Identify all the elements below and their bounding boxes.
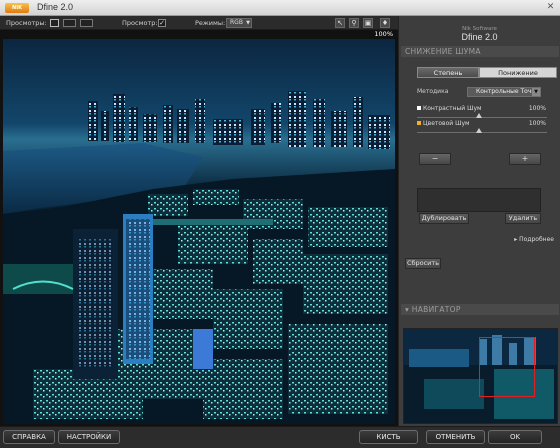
preview-checkbox[interactable]: ✓ (158, 19, 166, 27)
control-panel: Nik Software Dfine 2.0 СНИЖЕНИЕ ШУМА Сте… (398, 16, 560, 426)
section-noise-reduction-header[interactable]: СНИЖЕНИЕ ШУМА (401, 46, 559, 57)
tab-strength[interactable]: Степень (417, 67, 479, 78)
section-navigator-header[interactable]: ▾ НАВИГАТОР (401, 304, 559, 315)
control-point-list[interactable] (417, 188, 541, 212)
zoom-level: 100% (372, 30, 395, 39)
single-view-icon[interactable] (50, 19, 59, 27)
window-title: Dfine 2.0 (37, 2, 74, 12)
title-bar: NIK Dfine 2.0 ✕ (0, 0, 560, 16)
reset-button[interactable]: Сбросить (405, 258, 441, 269)
delete-button[interactable]: Удалить (505, 213, 541, 224)
save-icon[interactable]: ▣ (363, 18, 373, 28)
method-select[interactable]: Контрольные Точки ▼ (467, 87, 541, 97)
pin-icon[interactable]: ♦ (380, 18, 390, 28)
contrast-noise-marker (417, 106, 421, 110)
chevron-down-icon: ▾ (405, 305, 412, 314)
color-noise-value: 100% (528, 120, 546, 127)
mode-select[interactable]: RGB ▼ (226, 18, 252, 28)
color-noise-text: Цветовой Шум (423, 120, 470, 127)
brand: Nik Software Dfine 2.0 (399, 26, 560, 42)
more-toggle[interactable]: ▸ Подробнее (514, 236, 554, 243)
modes-label: Режимы: (195, 19, 226, 27)
image-preview[interactable]: 100% (0, 30, 398, 426)
navigator-title: НАВИГАТОР (411, 305, 461, 314)
minus-icon: − (431, 154, 439, 163)
tab-reduction[interactable]: Понижение (479, 67, 557, 78)
toolbar: Просмотры: Просмотр: ✓ Режимы: RGB ▼ ↖ ⚲… (0, 16, 398, 30)
color-noise-slider-thumb[interactable] (476, 128, 482, 133)
chevron-down-icon: ▼ (532, 88, 540, 96)
zoom-tool-icon[interactable]: ⚲ (349, 18, 359, 28)
duplicate-button[interactable]: Дублировать (419, 213, 469, 224)
hand-tool-icon[interactable]: ↖ (335, 18, 345, 28)
mode-select-value: RGB (230, 19, 243, 26)
color-noise-label: Цветовой Шум (417, 120, 470, 127)
remove-control-point-button[interactable]: − (419, 153, 451, 165)
preview-label: Просмотр: (122, 19, 158, 27)
preview-photo (3, 39, 395, 424)
help-button[interactable]: СПРАВКА (3, 430, 55, 444)
preview-modes-label: Просмотры: (6, 19, 47, 27)
more-label: Подробнее (519, 236, 554, 243)
ok-button[interactable]: OK (488, 430, 542, 444)
noise-tabs: Степень Понижение (417, 67, 557, 78)
contrast-noise-slider-thumb[interactable] (476, 113, 482, 118)
color-noise-marker (417, 121, 421, 125)
brush-button[interactable]: КИСТЬ (359, 430, 418, 444)
contrast-noise-text: Контрастный Шум (423, 105, 482, 112)
add-control-point-button[interactable]: + (509, 153, 541, 165)
bottom-bar: СПРАВКА НАСТРОЙКИ КИСТЬ ОТМЕНИТЬ OK (0, 426, 560, 448)
navigator-preview[interactable] (403, 328, 558, 424)
chevron-down-icon: ▼ (246, 20, 250, 26)
navigator-viewport-frame[interactable] (479, 337, 535, 397)
color-noise-slider[interactable] (417, 132, 547, 133)
close-icon[interactable]: ✕ (545, 2, 556, 13)
contrast-noise-label: Контрастный Шум (417, 105, 482, 112)
method-label: Методика (417, 88, 449, 95)
cancel-button[interactable]: ОТМЕНИТЬ (426, 430, 485, 444)
contrast-noise-value: 100% (528, 105, 546, 112)
plus-icon: + (521, 154, 529, 163)
app-logo: NIK (5, 3, 29, 13)
settings-button[interactable]: НАСТРОЙКИ (58, 430, 120, 444)
split-view-icon[interactable] (63, 19, 76, 27)
side-by-side-view-icon[interactable] (80, 19, 93, 27)
brand-product: Dfine 2.0 (461, 32, 498, 42)
method-select-value: Контрольные Точки (476, 88, 539, 95)
contrast-noise-slider[interactable] (417, 117, 547, 118)
